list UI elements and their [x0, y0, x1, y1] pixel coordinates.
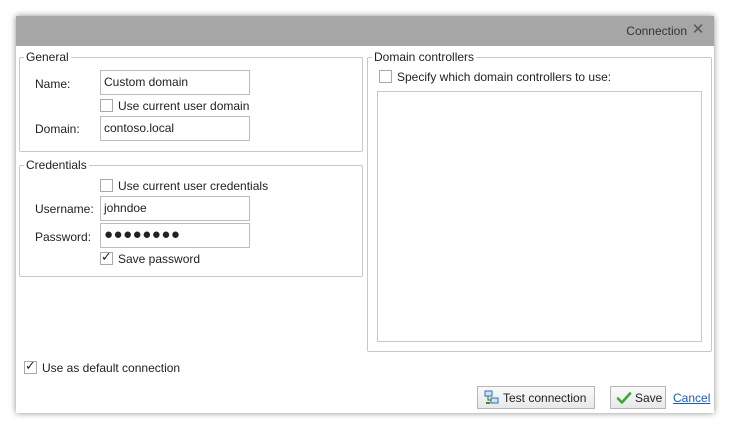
domain-field[interactable]: contoso.local — [100, 116, 250, 141]
use-current-credentials-label: Use current user credentials — [118, 179, 269, 193]
save-label: Save — [635, 391, 663, 405]
test-connection-label: Test connection — [503, 391, 587, 405]
close-icon[interactable]: ✕ — [691, 22, 705, 38]
username-field[interactable]: johndoe — [100, 196, 250, 221]
password-field[interactable]: ●●●●●●●● — [100, 223, 250, 248]
connection-dialog: Connection ✕ General Name: Custom domain… — [16, 16, 714, 413]
default-connection-checkbox[interactable]: ✓ — [24, 358, 37, 374]
specify-domain-controllers-checkbox[interactable] — [379, 70, 392, 83]
general-legend: General — [26, 50, 69, 64]
name-label: Name: — [35, 77, 71, 91]
password-label: Password: — [35, 230, 92, 244]
default-connection-label: Use as default connection — [42, 361, 181, 375]
name-field[interactable]: Custom domain — [100, 70, 250, 95]
title-bar: Connection ✕ — [16, 16, 714, 46]
checkmark-icon: ✓ — [25, 358, 36, 373]
save-password-label: Save password — [118, 252, 201, 266]
use-current-credentials-checkbox[interactable] — [100, 179, 113, 192]
checkmark-icon — [616, 392, 632, 404]
domain-controllers-list[interactable] — [377, 91, 702, 342]
save-password-checkbox[interactable]: ✓ — [100, 249, 113, 265]
cancel-link[interactable]: Cancel — [673, 391, 710, 405]
dialog-title: Connection — [626, 24, 687, 38]
network-icon — [484, 390, 499, 404]
domain-label: Domain: — [35, 122, 80, 136]
credentials-legend: Credentials — [26, 158, 87, 172]
username-label: Username: — [35, 202, 94, 216]
domain-controllers-legend: Domain controllers — [374, 50, 475, 64]
use-current-domain-checkbox[interactable] — [100, 99, 113, 112]
specify-domain-controllers-label: Specify which domain controllers to use: — [397, 70, 612, 84]
checkmark-icon: ✓ — [101, 249, 112, 264]
use-current-domain-label: Use current user domain — [118, 99, 250, 113]
save-button[interactable]: Save — [610, 386, 666, 409]
test-connection-button[interactable]: Test connection — [477, 386, 595, 409]
